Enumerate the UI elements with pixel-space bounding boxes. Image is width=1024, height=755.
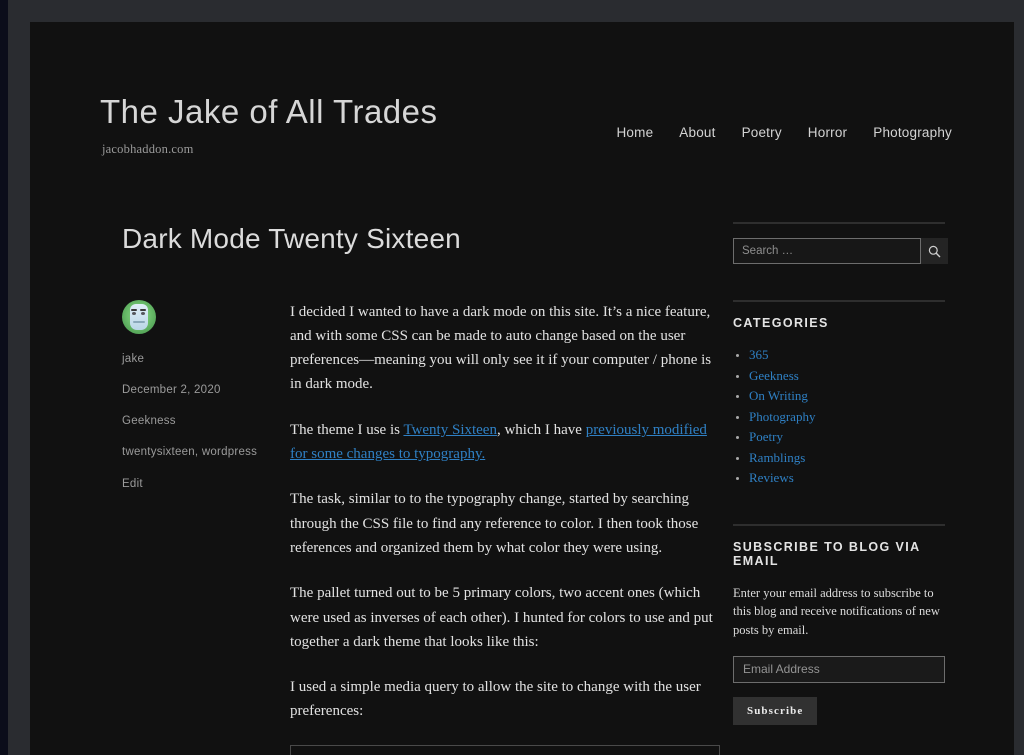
widget-divider xyxy=(733,222,945,224)
page-viewport: The Jake of All Trades jacobhaddon.com H… xyxy=(30,22,1014,755)
categories-widget-title: Categories xyxy=(733,316,829,330)
nav-item-poetry[interactable]: Poetry xyxy=(742,124,782,142)
site-title[interactable]: The Jake of All Trades xyxy=(100,93,438,130)
nav-link-home[interactable]: Home xyxy=(616,125,653,140)
meta-date[interactable]: December 2, 2020 xyxy=(122,382,272,399)
search-icon xyxy=(928,245,941,257)
nav-link-photography[interactable]: Photography xyxy=(873,125,952,140)
nav-item-home[interactable]: Home xyxy=(616,124,653,142)
paragraph-4: The pallet turned out to be 5 primary co… xyxy=(290,585,713,650)
avatar xyxy=(122,299,156,334)
list-item[interactable]: Geekness xyxy=(749,367,948,385)
avatar-eye-left xyxy=(132,311,136,315)
list-item[interactable]: Reviews xyxy=(749,469,948,487)
paragraph-2-text-before: The theme I use is xyxy=(290,421,404,438)
meta-category[interactable]: Geekness xyxy=(122,413,272,430)
entry-wrapper: jake December 2, 2020 Geekness twentysix… xyxy=(100,299,720,755)
avatar-mouth xyxy=(133,320,145,323)
site-branding: The Jake of All Trades jacobhaddon.com xyxy=(100,93,438,157)
category-link-365[interactable]: 365 xyxy=(749,347,769,362)
code-block: @media screen and (prefers-color-scheme:… xyxy=(290,744,720,755)
paragraph-2: The theme I use is Twenty Sixteen, which… xyxy=(290,418,720,467)
meta-edit-link[interactable]: Edit xyxy=(122,476,272,493)
category-link-geekness[interactable]: Geekness xyxy=(749,368,799,383)
avatar-brow-left xyxy=(131,308,137,311)
widget-divider xyxy=(733,300,945,302)
meta-author[interactable]: jake xyxy=(122,351,272,368)
avatar-eye-right xyxy=(141,311,145,315)
avatar-brow-right xyxy=(140,308,146,311)
browser-window-frame: The Jake of All Trades jacobhaddon.com H… xyxy=(8,0,1024,755)
nav-link-about[interactable]: About xyxy=(679,125,715,140)
search-submit-button[interactable] xyxy=(921,238,948,264)
category-link-reviews[interactable]: Reviews xyxy=(749,470,794,485)
link-twenty-sixteen[interactable]: Twenty Sixteen xyxy=(403,422,497,438)
entry-content: I decided I wanted to have a dark mode o… xyxy=(290,300,720,755)
list-item[interactable]: 365 xyxy=(749,346,948,364)
paragraph-5: I used a simple media query to allow the… xyxy=(290,679,701,720)
avatar-face xyxy=(130,303,148,330)
nav-item-photography[interactable]: Photography xyxy=(873,124,952,142)
entry-meta: jake December 2, 2020 Geekness twentysix… xyxy=(122,299,272,493)
widget-categories: Categories 365 Geekness On Writing Photo… xyxy=(733,300,948,487)
nav-item-horror[interactable]: Horror xyxy=(808,124,847,142)
widget-divider xyxy=(733,523,945,526)
widget-subscribe: Subscribe to Blog via Email Enter your e… xyxy=(733,523,948,725)
nav-link-poetry[interactable]: Poetry xyxy=(742,125,782,140)
subscribe-description: Enter your email address to subscribe to… xyxy=(733,585,940,638)
search-input[interactable] xyxy=(733,238,921,264)
site-description: jacobhaddon.com xyxy=(102,142,194,157)
list-item[interactable]: Ramblings xyxy=(749,449,948,467)
category-link-on-writing[interactable]: On Writing xyxy=(749,388,808,403)
category-link-poetry[interactable]: Poetry xyxy=(749,429,783,444)
email-field[interactable] xyxy=(733,655,945,683)
paragraph-3: The task, similar to to the typography c… xyxy=(290,491,699,556)
desktop-left-edge xyxy=(0,0,8,755)
paragraph-2-text-middle: , which I have xyxy=(496,421,586,438)
widget-spacer xyxy=(733,490,948,524)
nav-link-horror[interactable]: Horror xyxy=(808,125,847,140)
widget-search xyxy=(733,222,948,264)
list-item[interactable]: Photography xyxy=(749,408,948,426)
list-item[interactable]: On Writing xyxy=(749,387,948,405)
subscribe-button[interactable]: Subscribe xyxy=(733,696,818,725)
categories-list: 365 Geekness On Writing Photography Poet… xyxy=(733,346,948,487)
subscribe-widget-title: Subscribe to Blog via Email xyxy=(733,539,921,568)
list-item[interactable]: Poetry xyxy=(749,428,948,446)
sidebar: Categories 365 Geekness On Writing Photo… xyxy=(733,222,948,755)
nav-item-about[interactable]: About xyxy=(679,124,715,142)
category-link-ramblings[interactable]: Ramblings xyxy=(749,450,805,465)
post-title: Dark Mode Twenty Sixteen xyxy=(122,223,461,254)
category-link-photography[interactable]: Photography xyxy=(749,409,815,424)
desktop-background: The Jake of All Trades jacobhaddon.com H… xyxy=(0,0,1024,755)
main-navigation[interactable]: Home About Poetry Horror Photography xyxy=(616,124,952,142)
meta-tags[interactable]: twentysixteen, wordpress xyxy=(122,444,272,461)
paragraph-1: I decided I wanted to have a dark mode o… xyxy=(290,303,712,393)
search-form[interactable] xyxy=(733,238,948,264)
widget-spacer xyxy=(733,725,948,755)
site-header: The Jake of All Trades jacobhaddon.com H… xyxy=(30,22,1014,222)
primary-content: Dark Mode Twenty Sixteen jake December 2… xyxy=(100,222,720,755)
